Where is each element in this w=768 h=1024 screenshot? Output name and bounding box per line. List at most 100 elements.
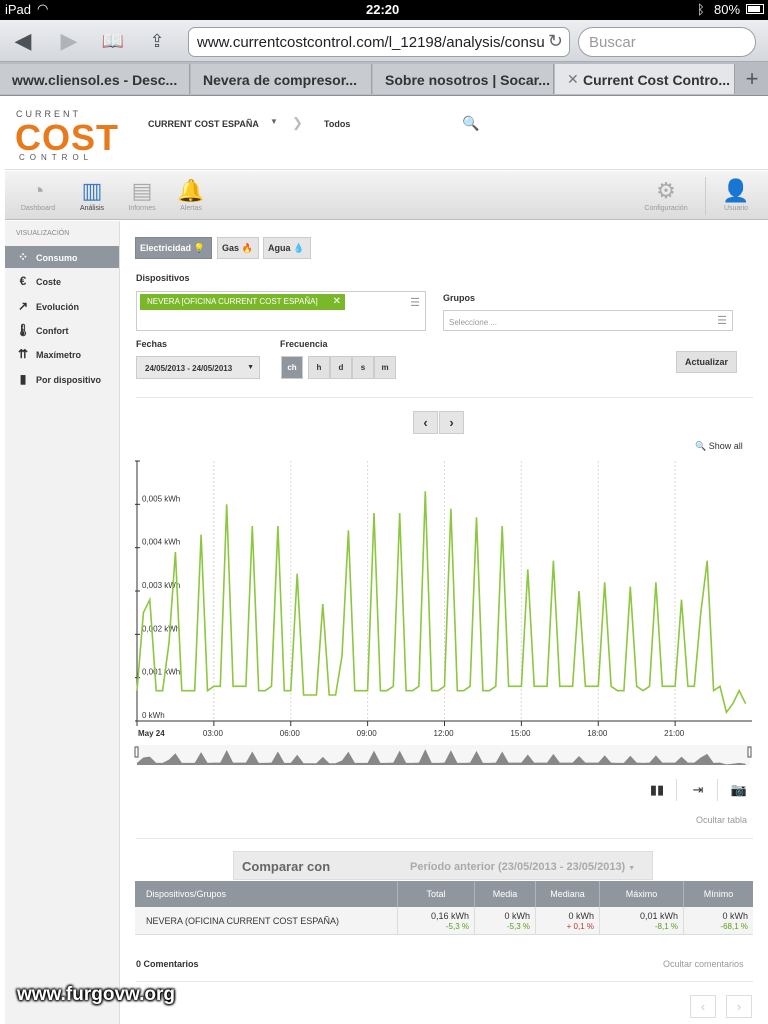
prev-period-button[interactable]: ‹: [413, 411, 438, 434]
devices-input[interactable]: NEVERA [OFICINA CURRENT COST ESPAÑA] ✕ ☰: [136, 291, 426, 331]
nav-analisis[interactable]: ▥ Análisis: [64, 177, 120, 212]
sidebar-item-label: Evolución: [36, 302, 80, 312]
nav-alertas[interactable]: 🔔 Alertas: [163, 177, 219, 212]
forward-icon[interactable]: ▶: [56, 29, 82, 53]
bars-icon: ▮: [19, 372, 27, 386]
next-page-button[interactable]: ›: [726, 995, 752, 1018]
organization-selector[interactable]: CURRENT COST ESPAÑA: [148, 119, 259, 129]
search-input[interactable]: Buscar: [578, 27, 756, 57]
reload-icon[interactable]: ↻: [548, 31, 563, 52]
tab-gas[interactable]: Gas 🔥: [217, 237, 259, 259]
app-header: CURRENT COST CONTROL CURRENT COST ESPAÑA…: [5, 97, 768, 170]
consumption-chart[interactable]: 0 kWh 0,001 kWh 0,002 kWh 0,003 kWh 0,004 kW…: [130, 451, 760, 776]
utility-label: Gas: [222, 243, 240, 253]
y-tick-label: 0,002 kWh: [142, 624, 180, 633]
export-button[interactable]: ⇥: [686, 779, 710, 801]
export-icon: ⇥: [692, 782, 704, 797]
main-content: Electricidad 💡 Gas 🔥 Agua 💧 Dispositivos…: [121, 221, 768, 1024]
chart-type-button[interactable]: ▮▮: [645, 779, 669, 801]
sidebar: VISUALIZACIÓN ⁘ Consumo € Coste ↗ Evoluc…: [5, 221, 120, 1024]
update-button[interactable]: Actualizar: [676, 351, 737, 373]
compare-period-select[interactable]: Período anterior (23/05/2013 - 23/05/201…: [410, 861, 635, 873]
browser-tab[interactable]: www.cliensol.es - Desc...: [0, 64, 190, 94]
table-cell: 0 kWh -5,3 %: [475, 907, 536, 935]
browser-tab-active[interactable]: ✕ Current Cost Contro...: [555, 64, 735, 94]
nav-usuario[interactable]: 👤 Usuario: [708, 177, 764, 212]
browser-tab[interactable]: Nevera de compresor...: [191, 64, 372, 94]
cell-delta: -5,3 %: [506, 922, 530, 931]
table-cell: 0 kWh -68,1 %: [684, 907, 753, 935]
nav-dashboard[interactable]: ◔ Dashboard: [10, 177, 66, 212]
navigator-handle-left: [134, 746, 139, 758]
x-tick-label: 15:00: [510, 729, 531, 738]
utility-label: Electricidad: [140, 243, 192, 253]
hide-table-link[interactable]: Ocultar tabla: [696, 815, 747, 825]
gauge-icon: ◔: [31, 178, 45, 203]
sidebar-item-evolucion[interactable]: ↗ Evolución: [5, 295, 119, 317]
sidebar-item-consumo[interactable]: ⁘ Consumo: [5, 246, 119, 268]
column-header: Máximo: [600, 881, 684, 907]
nav-label: Configuración: [644, 205, 688, 212]
device-name: NEVERA (OFICINA CURRENT COST ESPAÑA): [146, 916, 340, 926]
nav-label: Análisis: [79, 205, 105, 212]
sidebar-item-label: Coste: [36, 277, 62, 287]
table-header: Dispositivos/Grupos Total Media Mediana …: [135, 881, 753, 907]
nav-configuracion[interactable]: ⚙ Configuración: [638, 177, 694, 212]
compare-label: Comparar con: [242, 859, 331, 874]
tab-electricidad[interactable]: Electricidad 💡: [135, 237, 212, 259]
nav-label: Usuario: [723, 205, 749, 212]
sidebar-item-confort[interactable]: 🌡 Confort: [5, 319, 119, 341]
close-tab-icon[interactable]: ✕: [567, 71, 579, 88]
address-bar[interactable]: www.currentcostcontrol.com/l_12198/analy…: [188, 27, 570, 57]
battery-icon: [746, 4, 764, 14]
bookmarks-icon[interactable]: 📖: [100, 29, 126, 53]
next-period-button[interactable]: ›: [439, 411, 464, 434]
sidebar-item-coste[interactable]: € Coste: [5, 270, 119, 292]
gear-icon: ⚙: [656, 178, 676, 203]
column-header: Dispositivos/Grupos: [135, 881, 398, 907]
table-cell: 0 kWh + 0,1 %: [536, 907, 600, 935]
table-cell: 0,01 kWh -8,1 %: [600, 907, 684, 935]
sidebar-item-por-dispositivo[interactable]: ▮ Por dispositivo: [5, 368, 119, 390]
snapshot-button[interactable]: 📷: [727, 779, 751, 801]
table-cell-device: NEVERA (OFICINA CURRENT COST ESPAÑA): [135, 907, 398, 935]
list-icon[interactable]: ☰: [410, 296, 420, 309]
y-axis: 0 kWh 0,001 kWh 0,002 kWh 0,003 kWh 0,004 kW…: [135, 460, 180, 722]
tab-agua[interactable]: Agua 💧: [263, 237, 311, 259]
hide-comments-link[interactable]: Ocultar comentarios: [663, 959, 744, 969]
nav-informes[interactable]: ▤ Informes: [114, 177, 170, 212]
back-icon[interactable]: ◀: [10, 29, 36, 53]
prev-page-button[interactable]: ‹: [690, 995, 716, 1018]
freq-s[interactable]: s: [352, 356, 374, 379]
chevron-down-icon[interactable]: ▼: [270, 117, 278, 126]
share-icon[interactable]: ⇪: [144, 29, 170, 53]
x-tick-label: May 24: [138, 729, 165, 738]
list-icon[interactable]: ☰: [717, 314, 727, 327]
groups-select[interactable]: Seleccione ... ☰: [443, 310, 733, 331]
freq-m[interactable]: m: [374, 356, 396, 379]
y-tick-label: 0,005 kWh: [142, 494, 180, 503]
scope-selector[interactable]: Todos: [324, 119, 350, 129]
sidebar-heading: VISUALIZACIÓN: [16, 230, 70, 237]
chevron-down-icon: ▼: [628, 865, 636, 872]
clock: 22:20: [366, 2, 400, 17]
navigator-handle-right: [747, 746, 752, 758]
divider: [136, 838, 753, 839]
device-chip[interactable]: NEVERA [OFICINA CURRENT COST ESPAÑA] ✕: [140, 294, 345, 310]
current-cost-logo[interactable]: CURRENT COST CONTROL: [15, 109, 118, 162]
sidebar-item-maximetro[interactable]: ⇈ Maxímetro: [5, 343, 119, 365]
column-header: Mínimo: [703, 889, 734, 899]
new-tab-icon[interactable]: +: [736, 64, 768, 94]
date-range-select[interactable]: 24/05/2013 - 24/05/2013 ▼: [136, 356, 260, 379]
table-row[interactable]: NEVERA (OFICINA CURRENT COST ESPAÑA) 0,1…: [135, 907, 753, 935]
watermark: www.furgovw.org: [17, 984, 175, 1005]
freq-d[interactable]: d: [330, 356, 352, 379]
browser-tab-title: Current Cost Contro...: [583, 72, 730, 88]
zoom-in-icon[interactable]: 🔍: [462, 115, 479, 132]
freq-h[interactable]: h: [308, 356, 330, 379]
column-header: Mediana: [536, 881, 600, 907]
browser-tab[interactable]: Sobre nosotros | Socar...: [373, 64, 554, 94]
remove-device-icon[interactable]: ✕: [333, 296, 341, 307]
x-tick-label: 06:00: [280, 729, 301, 738]
freq-ch[interactable]: ch: [281, 356, 303, 379]
